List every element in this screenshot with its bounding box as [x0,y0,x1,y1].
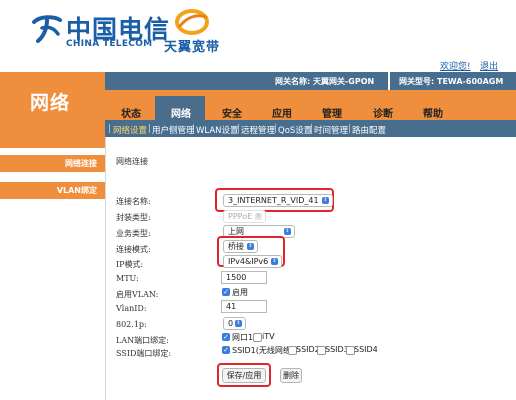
logout-link[interactable]: 退出 [480,59,498,72]
chevron-updown-icon: ⇕ [247,243,254,250]
sidebar-item-network-connection[interactable]: 网络连接 [0,155,105,172]
ip-mode-select[interactable]: IPv4&IPv6 ⇕ [223,255,282,268]
chevron-updown-icon: ⇕ [255,213,262,220]
subtab-time[interactable]: 时间管理 [314,124,348,136]
section-heading-box: 网络 [0,72,105,148]
subtab-qos[interactable]: QoS设置 [278,124,312,136]
content-title: 网络连接 [116,157,148,166]
connection-name-select[interactable]: 3_INTERNET_R_VID_41 ⇕ [223,194,333,207]
connection-mode-select[interactable]: 桥接 ⇕ [223,240,258,253]
subtab-network-settings[interactable]: 网络设置 [113,124,147,136]
gateway-name: 网关名称: 天翼网关-GPON [275,77,375,86]
gateway-model: 网关型号: TEWA-600AGM [399,77,504,86]
tab-diagnosis[interactable]: 诊断 [373,105,393,120]
lan-port1-checkbox[interactable]: ✓ [222,333,230,341]
ssid4-label: SSID4 [354,345,378,354]
label-wrap-type: 封装类型: [116,213,151,222]
label-ip-mode: IP模式: [116,260,144,269]
info-divider [388,72,390,90]
label-mtu: MTU: [116,274,139,283]
chevron-updown-icon: ⇕ [322,197,329,204]
tab-management[interactable]: 管理 [322,105,342,120]
chevron-updown-icon: ⇕ [284,228,291,235]
label-connection-name: 连接名称: [116,197,151,206]
tab-application[interactable]: 应用 [272,105,292,120]
lan-port1-label: 网口1 [232,333,254,342]
ssid1-checkbox[interactable]: ✓ [222,346,230,354]
lan-itv-label: iTV [262,332,275,341]
brand-name-en: CHINA TELECOM [66,39,153,49]
delete-button[interactable]: 删除 [280,368,302,383]
sidebar-item-label: VLAN绑定 [56,186,97,195]
lan-itv-checkbox[interactable] [253,333,262,342]
subtab-route[interactable]: 路由配置 [352,124,386,136]
chevron-updown-icon: ⇕ [235,320,242,327]
save-apply-button[interactable]: 保存/应用 [222,368,266,383]
tab-security[interactable]: 安全 [222,105,242,120]
mtu-input[interactable]: 1500 [221,271,267,284]
brand-tianyi: 天翼宽带 [164,40,221,55]
label-connection-mode: 连接模式: [116,245,151,254]
section-heading: 网络 [30,92,71,114]
label-enable-vlan: 启用VLAN: [116,290,159,299]
p8021-select[interactable]: 0 ⇕ [223,317,246,330]
tianyi-logo-icon [175,9,209,35]
ssid1-label: SSID1(无线网络) [232,346,295,355]
label-service-type: 业务类型: [116,229,151,238]
content-divider [105,137,106,400]
subtab-user-side[interactable]: 用户侧管理 [152,124,195,136]
sidebar-item-vlan-binding[interactable]: VLAN绑定 [0,182,105,199]
label-lan-binding: LAN端口绑定: [116,336,169,345]
tab-status[interactable]: 状态 [121,105,141,120]
china-telecom-logo-icon [32,15,62,43]
subtab-remote[interactable]: 远程管理 [241,124,275,136]
enable-vlan-text: 启用 [232,288,248,297]
sidebar-item-label: 网络连接 [65,159,97,168]
wrap-type-select[interactable]: PPPoE ⇕ [223,210,266,223]
label-ssid-binding: SSID端口绑定: [116,349,172,358]
subtab-wlan[interactable]: WLAN设置 [196,124,239,136]
label-vlan-id: VlanID: [116,304,147,313]
welcome-link[interactable]: 欢迎您! [440,59,471,72]
label-8021p: 802.1p: [116,320,147,329]
vlan-id-input[interactable]: 41 [221,300,267,313]
tab-network[interactable]: 网络 [171,105,191,120]
chevron-updown-icon: ⇕ [271,258,278,265]
enable-vlan-checkbox[interactable]: ✓ [222,288,230,296]
tab-help[interactable]: 帮助 [423,105,443,120]
